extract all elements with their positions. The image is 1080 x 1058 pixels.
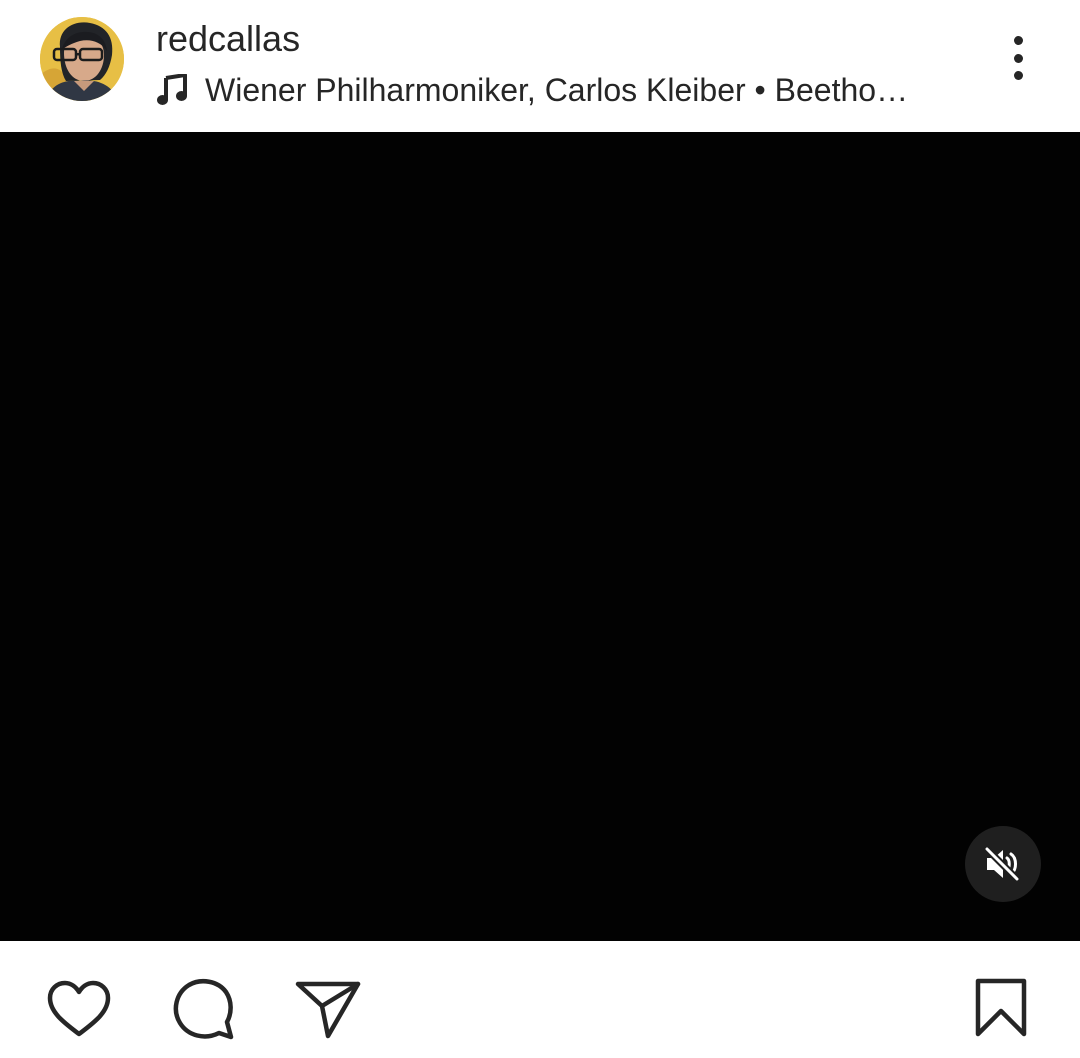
avatar[interactable] bbox=[40, 17, 124, 101]
share-button[interactable] bbox=[293, 974, 363, 1044]
heart-icon bbox=[47, 980, 111, 1037]
video-player[interactable] bbox=[0, 132, 1080, 941]
post-actions bbox=[0, 941, 1080, 1058]
paper-plane-icon bbox=[295, 981, 361, 1039]
music-note-icon bbox=[156, 72, 188, 108]
mute-toggle-button[interactable] bbox=[965, 826, 1041, 902]
save-button[interactable] bbox=[966, 971, 1036, 1045]
comment-icon bbox=[173, 978, 234, 1040]
audio-attribution[interactable]: Wiener Philharmoniker, Carlos Kleiber • … bbox=[156, 70, 946, 110]
more-options-button[interactable] bbox=[996, 30, 1040, 86]
bookmark-icon bbox=[975, 978, 1027, 1037]
post-header: redcallas Wiener Philharmoniker, Carlos … bbox=[0, 0, 1080, 132]
like-button[interactable] bbox=[44, 974, 114, 1044]
comment-button[interactable] bbox=[169, 974, 239, 1044]
username[interactable]: redcallas bbox=[156, 18, 300, 60]
volume-muted-icon bbox=[983, 845, 1021, 883]
more-vertical-icon bbox=[1013, 36, 1023, 45]
avatar-image bbox=[40, 17, 124, 101]
audio-track-label: Wiener Philharmoniker, Carlos Kleiber • … bbox=[205, 72, 909, 108]
